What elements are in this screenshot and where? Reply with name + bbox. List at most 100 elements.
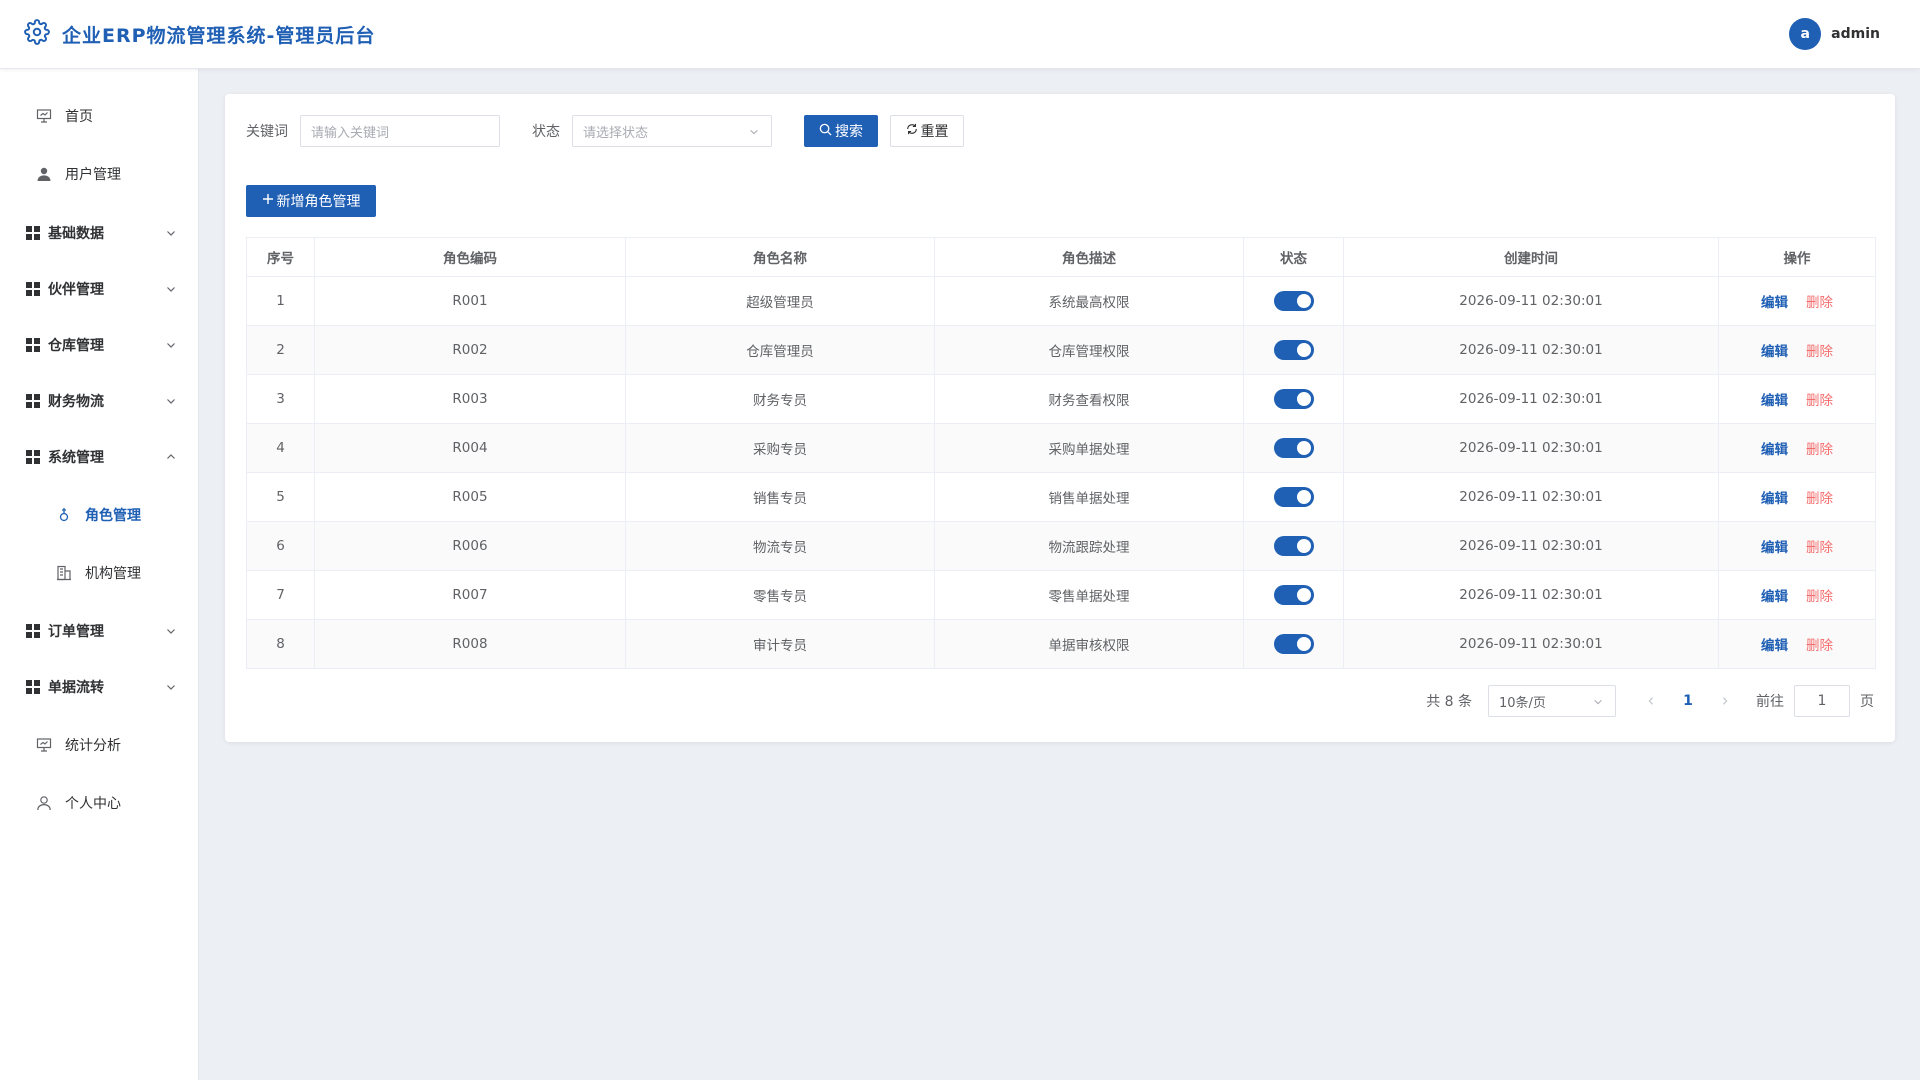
table-row: 3 R003 财务专员 财务查看权限 2026-09-11 02:30:01 编辑 删除 [246, 374, 1876, 424]
chevron-down-icon [749, 126, 759, 136]
sidebar-item-label: 机构管理 [85, 566, 141, 582]
sidebar-item-organizations[interactable]: 机构管理 [0, 545, 199, 601]
edit-button[interactable]: 编辑 [1761, 442, 1788, 458]
page-size-select[interactable]: 10条/页 [1488, 685, 1616, 717]
edit-button[interactable]: 编辑 [1761, 491, 1788, 507]
status-toggle[interactable] [1273, 536, 1314, 556]
status-toggle[interactable] [1273, 340, 1314, 360]
cell-name: 零售专员 [625, 570, 935, 620]
table-row: 1 R001 超级管理员 系统最高权限 2026-09-11 02:30:01 编辑 删除 [246, 276, 1876, 326]
edit-button[interactable]: 编辑 [1761, 540, 1788, 556]
top-header: 企业ERP物流管理系统-管理员后台 a admin [0, 0, 1920, 69]
prev-page-button[interactable] [1640, 685, 1662, 717]
cell-actions: 编辑 删除 [1718, 619, 1876, 669]
user-menu[interactable]: a admin [1789, 18, 1880, 50]
sidebar-item-base-data[interactable]: 基础数据 [0, 205, 199, 261]
delete-button[interactable]: 删除 [1806, 638, 1833, 654]
cell-index: 1 [246, 276, 315, 326]
page-number-current[interactable]: 1 [1672, 685, 1704, 717]
cell-name: 审计专员 [625, 619, 935, 669]
grid-icon [24, 678, 42, 696]
edit-button[interactable]: 编辑 [1761, 295, 1788, 311]
table-row: 5 R005 销售专员 销售单据处理 2026-09-11 02:30:01 编辑 删除 [246, 472, 1876, 522]
status-toggle[interactable] [1273, 389, 1314, 409]
cell-name: 仓库管理员 [625, 325, 935, 375]
status-toggle[interactable] [1273, 438, 1314, 458]
sidebar-item-documents[interactable]: 单据流转 [0, 659, 199, 715]
delete-button[interactable]: 删除 [1806, 540, 1833, 556]
sidebar-item-profile[interactable]: 个人中心 [0, 775, 199, 831]
sidebar-item-label: 单据流转 [48, 680, 104, 696]
status-toggle[interactable] [1273, 487, 1314, 507]
edit-button[interactable]: 编辑 [1761, 638, 1788, 654]
cell-index: 5 [246, 472, 315, 522]
delete-button[interactable]: 删除 [1806, 491, 1833, 507]
sidebar-item-system[interactable]: 系统管理 [0, 429, 199, 485]
delete-button[interactable]: 删除 [1806, 393, 1833, 409]
sidebar-item-finance[interactable]: 财务物流 [0, 373, 199, 429]
cell-status [1243, 472, 1344, 522]
delete-button[interactable]: 删除 [1806, 442, 1833, 458]
search-button[interactable]: 搜索 [804, 115, 878, 147]
cell-status [1243, 374, 1344, 424]
grid-icon [24, 622, 42, 640]
cell-created: 2026-09-11 02:30:01 [1343, 374, 1719, 424]
keyword-input[interactable]: 请输入关键词 [300, 115, 500, 147]
edit-button[interactable]: 编辑 [1761, 344, 1788, 360]
cell-code: R001 [314, 276, 626, 326]
avatar[interactable]: a [1789, 18, 1822, 50]
cell-desc: 物流跟踪处理 [934, 521, 1244, 571]
sidebar-item-roles[interactable]: 角色管理 [0, 487, 199, 543]
sidebar-item-orders[interactable]: 订单管理 [0, 603, 199, 659]
sidebar-item-partners[interactable]: 伙伴管理 [0, 261, 199, 317]
grid-icon [24, 448, 42, 466]
gear-icon [24, 19, 50, 49]
username[interactable]: admin [1831, 26, 1880, 42]
column-header: 创建时间 [1343, 237, 1719, 277]
chevron-down-icon [165, 395, 177, 407]
cell-code: R002 [314, 325, 626, 375]
cell-actions: 编辑 删除 [1718, 521, 1876, 571]
add-role-button[interactable]: 新增角色管理 [246, 185, 376, 217]
delete-button[interactable]: 删除 [1806, 344, 1833, 360]
cell-created: 2026-09-11 02:30:01 [1343, 276, 1719, 326]
sidebar-item-statistics[interactable]: 统计分析 [0, 717, 199, 773]
cell-index: 2 [246, 325, 315, 375]
page-size-value: 10条/页 [1499, 695, 1546, 711]
sidebar-item-label: 订单管理 [48, 624, 104, 640]
main-card: 关键词 请输入关键词 状态 请选择状态 搜索 重置 新增角色管理 序号 角色编码 [225, 94, 1895, 742]
table-body: 1 R001 超级管理员 系统最高权限 2026-09-11 02:30:01 编辑 删除 2… [246, 276, 1876, 669]
sidebar-item-warehouse[interactable]: 仓库管理 [0, 317, 199, 373]
column-header: 角色描述 [934, 237, 1244, 277]
delete-button[interactable]: 删除 [1806, 589, 1833, 605]
cell-status [1243, 276, 1344, 326]
status-toggle[interactable] [1273, 585, 1314, 605]
status-toggle[interactable] [1273, 634, 1314, 654]
sidebar-item-users[interactable]: 用户管理 [0, 146, 199, 202]
grid-icon [24, 224, 42, 242]
user-outline-icon [35, 794, 53, 812]
sidebar-item-label: 用户管理 [65, 167, 121, 183]
reset-button[interactable]: 重置 [890, 115, 964, 147]
building-icon [55, 564, 73, 582]
search-icon [819, 123, 832, 140]
table-row: 7 R007 零售专员 零售单据处理 2026-09-11 02:30:01 编辑 删除 [246, 570, 1876, 620]
sidebar-item-home[interactable]: 首页 [0, 88, 199, 144]
cell-actions: 编辑 删除 [1718, 325, 1876, 375]
edit-button[interactable]: 编辑 [1761, 589, 1788, 605]
cell-desc: 零售单据处理 [934, 570, 1244, 620]
sidebar-item-label: 仓库管理 [48, 338, 104, 354]
cell-actions: 编辑 删除 [1718, 570, 1876, 620]
goto-page-input[interactable]: 1 [1794, 685, 1850, 717]
edit-button[interactable]: 编辑 [1761, 393, 1788, 409]
cell-actions: 编辑 删除 [1718, 374, 1876, 424]
app-title: 企业ERP物流管理系统-管理员后台 [62, 24, 376, 47]
cell-code: R006 [314, 521, 626, 571]
cell-created: 2026-09-11 02:30:01 [1343, 423, 1719, 473]
status-toggle[interactable] [1273, 291, 1314, 311]
status-select[interactable]: 请选择状态 [572, 115, 772, 147]
delete-button[interactable]: 删除 [1806, 295, 1833, 311]
next-page-button[interactable] [1714, 685, 1736, 717]
total-count: 共 8 条 [1426, 694, 1472, 710]
sidebar-item-label: 系统管理 [48, 450, 104, 466]
